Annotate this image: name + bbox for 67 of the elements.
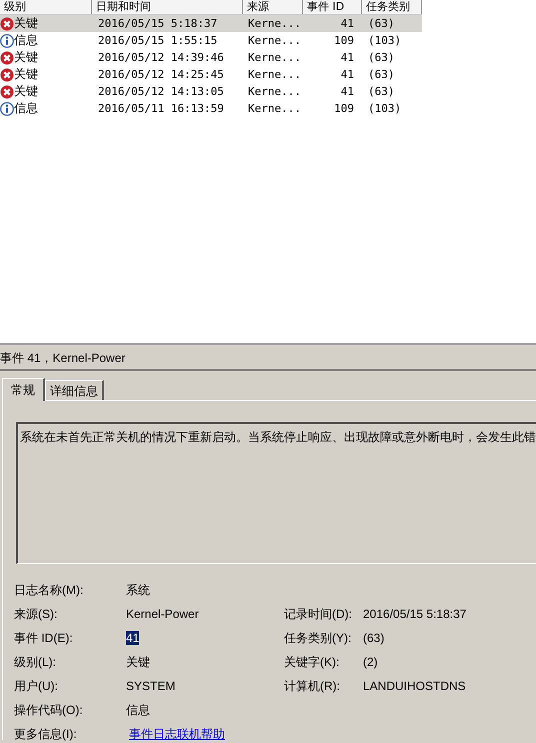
task-category-cell-text: (103)	[367, 102, 402, 115]
field-label: 任务类别(Y):	[284, 630, 352, 646]
column-header[interactable]: 级别	[0, 0, 92, 14]
source-cell-text: Kerne...	[247, 34, 302, 47]
column-header[interactable]: 日期和时间	[92, 0, 243, 14]
date-time-cell-text: 2016/05/15 1:55:15	[97, 34, 218, 47]
level-text: 关键	[14, 83, 38, 100]
field-value: (63)	[363, 631, 384, 645]
field-value: 信息	[126, 702, 150, 718]
field-label: 日志名称(M):	[14, 582, 84, 598]
field-value: 关键	[126, 654, 150, 670]
field-label: 记录时间(D):	[284, 606, 352, 622]
level-text: 关键	[14, 66, 38, 83]
event-id-cell-text: 41	[340, 51, 355, 64]
tab[interactable]: 常规	[2, 378, 45, 401]
column-header[interactable]: 事件 ID	[303, 0, 362, 14]
field-label: 级别(L):	[14, 654, 56, 670]
source-cell-text: Kerne...	[247, 68, 302, 81]
date-time-cell-text: 2016/05/12 14:13:05	[97, 85, 225, 98]
field-label: 更多信息(I):	[14, 726, 77, 742]
column-header[interactable]: 来源	[243, 0, 303, 14]
event-row[interactable]: 关键 2016/05/12 14:25:45 Kerne... 41 (63)	[0, 66, 422, 83]
level-text: 信息	[14, 32, 38, 49]
event-row[interactable]: 关键 2016/05/15 5:18:37 Kerne... 41 (63)	[0, 15, 422, 32]
column-header[interactable]: 任务类别	[362, 0, 422, 14]
field-value: 2016/05/15 5:18:37	[363, 607, 466, 621]
event-id-cell-text: 109	[333, 34, 355, 47]
event-title: 事件 41，Kernel-Power	[0, 345, 536, 371]
task-category-cell-text: (63)	[367, 51, 396, 64]
field-value: (2)	[363, 655, 378, 669]
event-id-cell-text: 41	[340, 85, 355, 98]
event-row[interactable]: 关键 2016/05/12 14:39:46 Kerne... 41 (63)	[0, 49, 422, 66]
source-cell-text: Kerne...	[247, 51, 302, 64]
field-label: 计算机(R):	[284, 678, 340, 694]
description-text: 系统在未首先正常关机的情况下重新启动。当系统停止响应、出现故障或意外断电时，会发生此错	[16, 422, 536, 564]
tab[interactable]: 详细信息	[45, 380, 104, 400]
event-id-cell-text: 109	[333, 102, 355, 115]
level-text: 信息	[14, 100, 38, 117]
task-category-cell-text: (63)	[367, 68, 396, 81]
event-row[interactable]: 关键 2016/05/12 14:13:05 Kerne... 41 (63)	[0, 83, 422, 100]
field-label: 用户(U):	[14, 678, 58, 694]
task-category-cell-text: (63)	[367, 17, 396, 30]
event-id-cell-text: 41	[340, 68, 355, 81]
help-link[interactable]: 事件日志联机帮助	[126, 726, 225, 742]
source-cell-text: Kerne...	[247, 102, 302, 115]
date-time-cell-text: 2016/05/15 5:18:37	[97, 17, 218, 30]
field-label: 关键字(K):	[284, 654, 340, 670]
field-value: SYSTEM	[126, 679, 176, 693]
field-value: 41	[126, 631, 140, 645]
event-id-cell-text: 41	[340, 17, 355, 30]
field-value: Kernel-Power	[126, 607, 199, 621]
event-row[interactable]: 信息 2016/05/11 16:13:59 Kerne... 109 (103)	[0, 100, 422, 117]
task-category-cell-text: (103)	[367, 34, 402, 47]
field-value: 系统	[126, 582, 150, 598]
date-time-cell-text: 2016/05/12 14:39:46	[97, 51, 225, 64]
source-cell-text: Kerne...	[247, 85, 302, 98]
date-time-cell-text: 2016/05/12 14:25:45	[97, 68, 225, 81]
event-row[interactable]: 信息 2016/05/15 1:55:15 Kerne... 109 (103)	[0, 32, 422, 49]
source-cell-text: Kerne...	[247, 17, 302, 30]
level-text: 关键	[14, 49, 38, 66]
level-text: 关键	[14, 15, 38, 32]
date-time-cell-text: 2016/05/11 16:13:59	[97, 102, 225, 115]
field-label: 操作代码(O):	[14, 702, 83, 718]
field-label: 来源(S):	[14, 606, 58, 622]
task-category-cell-text: (63)	[367, 85, 396, 98]
field-value: LANDUIHOSTDNS	[363, 679, 466, 693]
field-label: 事件 ID(E):	[14, 630, 73, 646]
